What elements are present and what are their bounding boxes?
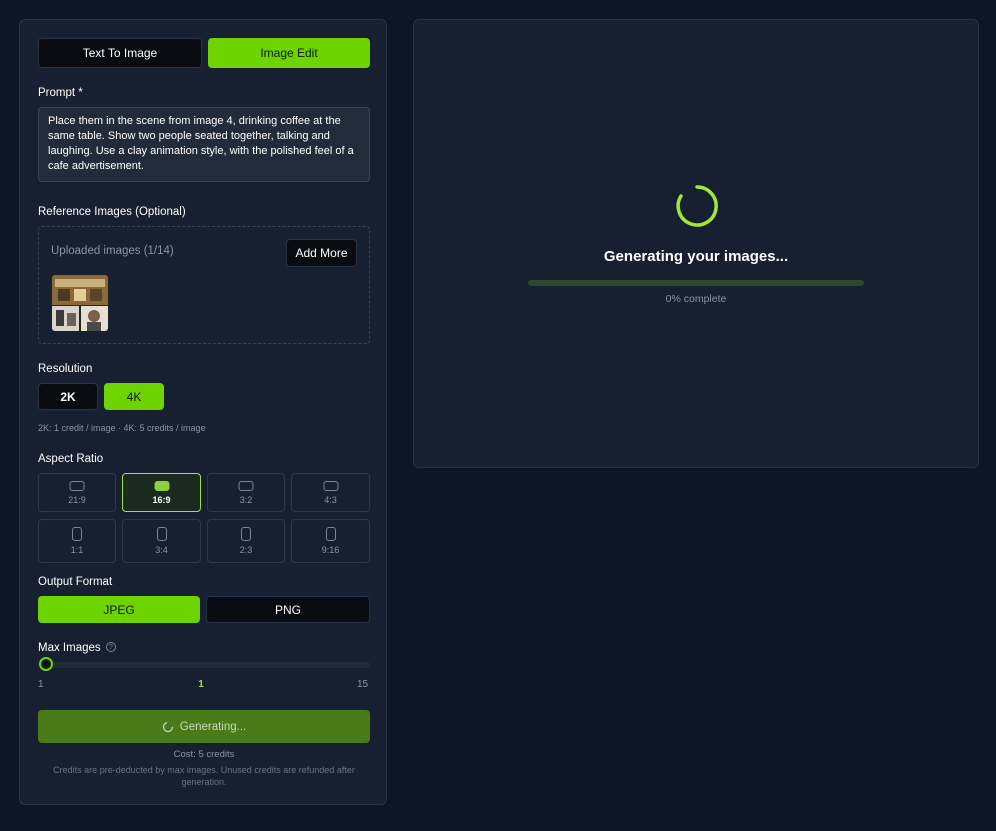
generating-status-title: Generating your images... (603, 248, 789, 265)
aspect-ratio-9-16[interactable]: 9:16 (291, 519, 370, 563)
output-format-label: Output Format (38, 576, 113, 588)
credits-note: Credits are pre-deducted by max images. … (53, 765, 355, 787)
aspect-ratio-label-text: 16:9 (152, 495, 171, 505)
aspect-ratio-1-1[interactable]: 1:1 (38, 519, 116, 563)
aspect-ratio-label-text: 3:4 (155, 545, 168, 555)
uploaded-count: Uploaded images (1/14) (51, 245, 174, 257)
aspect-shape-icon (156, 527, 167, 541)
aspect-ratio-21-9[interactable]: 21:9 (38, 473, 116, 512)
aspect-ratio-label-text: 2:3 (239, 545, 253, 555)
thumbnail-image (52, 275, 108, 331)
tab-text-to-image[interactable]: Text To Image (38, 38, 202, 68)
aspect-ratio-3-2[interactable]: 3:2 (207, 473, 285, 512)
aspect-shape-icon (323, 481, 338, 491)
resolution-4k-button[interactable]: 4K (104, 383, 164, 410)
loading-spinner-icon (676, 185, 718, 227)
aspect-ratio-16-9[interactable]: 16:9 (122, 473, 201, 512)
aspect-ratio-label: Aspect Ratio (38, 453, 104, 465)
help-icon[interactable]: ? (106, 642, 116, 652)
slider-min-label: 1 (38, 679, 44, 690)
spinner-icon (162, 721, 173, 732)
aspect-shape-icon (72, 527, 82, 541)
aspect-shape-icon (238, 481, 254, 491)
tab-image-edit[interactable]: Image Edit (208, 38, 370, 68)
progress-text: 0% complete (665, 293, 727, 305)
generate-button[interactable]: Generating... (38, 710, 370, 743)
cost-text: Cost: 5 credits (173, 749, 235, 760)
aspect-ratio-4-3[interactable]: 4:3 (291, 473, 370, 512)
slider-max-label: 15 (357, 679, 369, 690)
resolution-hint: 2K: 1 credit / image · 4K: 5 credits / i… (38, 423, 206, 433)
aspect-ratio-label-text: 3:2 (239, 495, 253, 505)
aspect-shape-icon (69, 481, 85, 491)
prompt-input[interactable]: Place them in the scene from image 4, dr… (38, 107, 370, 182)
slider-current-value: 1 (198, 679, 204, 690)
max-images-label: Max Images (38, 642, 101, 654)
aspect-shape-icon (325, 527, 336, 541)
resolution-label: Resolution (38, 363, 93, 375)
prompt-label: Prompt * (38, 87, 83, 99)
aspect-ratio-label-text: 1:1 (70, 545, 84, 555)
aspect-shape-icon (241, 527, 251, 541)
max-images-slider-track[interactable] (38, 662, 370, 668)
settings-panel: Text To Image Image Edit Prompt * Place … (19, 19, 387, 805)
add-more-button[interactable]: Add More (286, 239, 357, 267)
reference-images-dropzone[interactable]: Uploaded images (1/14) Add More (38, 226, 370, 344)
aspect-ratio-3-4[interactable]: 3:4 (122, 519, 201, 563)
resolution-2k-button[interactable]: 2K (38, 383, 98, 410)
progress-bar (528, 280, 864, 286)
aspect-ratio-2-3[interactable]: 2:3 (207, 519, 285, 563)
aspect-shape-icon (154, 481, 169, 491)
generate-button-label: Generating... (179, 720, 247, 733)
aspect-ratio-label-text: 4:3 (324, 495, 337, 505)
preview-panel: Generating your images... 0% complete (413, 19, 979, 468)
aspect-ratio-label-text: 9:16 (321, 545, 340, 555)
max-images-slider-handle[interactable] (39, 657, 53, 671)
aspect-ratio-label-text: 21:9 (68, 495, 86, 505)
format-jpeg-button[interactable]: JPEG (38, 596, 200, 623)
reference-images-label: Reference Images (Optional) (38, 206, 186, 218)
reference-image-thumbnail[interactable] (52, 275, 108, 331)
format-png-button[interactable]: PNG (206, 596, 370, 623)
